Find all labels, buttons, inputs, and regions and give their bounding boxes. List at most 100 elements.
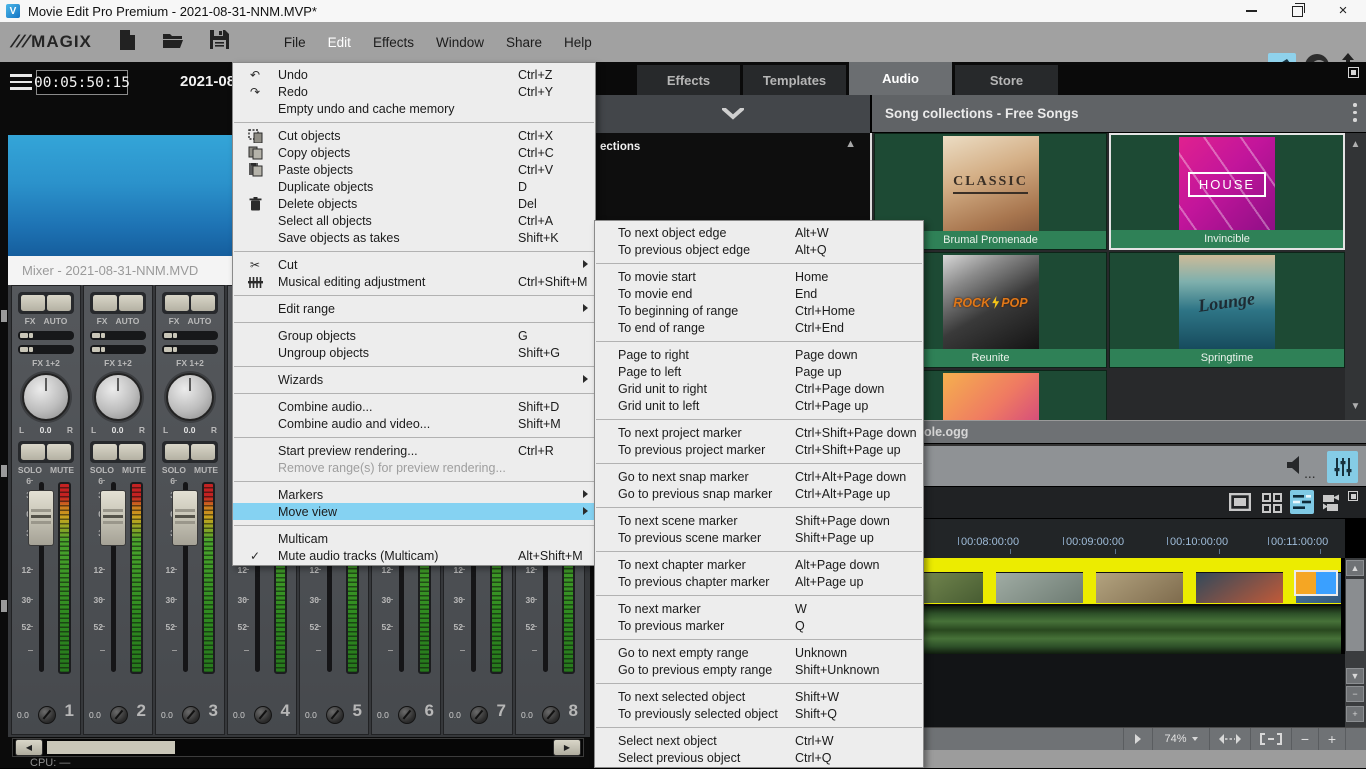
edit-menu-item-duplicate-objects[interactable]: Duplicate objectsD [233,178,595,195]
minimize-button[interactable] [1228,0,1274,22]
move-view-item-to-next-object-edge[interactable]: To next object edgeAlt+W [595,224,923,241]
move-view-item-to-next-chapter-marker[interactable]: To next chapter markerAlt+Page down [595,556,923,573]
mixer-scroll-right-button[interactable]: ▶ [553,739,581,756]
volume-fader[interactable] [172,490,198,546]
menubar-item-window[interactable]: Window [425,29,495,56]
zoom-in-button[interactable]: + [1318,728,1345,750]
fx-send-slider[interactable] [18,331,74,340]
solo-button[interactable] [21,444,45,460]
fx-send-slider[interactable] [162,331,218,340]
close-button[interactable]: × [1320,0,1366,22]
fx-button[interactable] [21,295,45,311]
menubar-item-file[interactable]: File [273,29,317,56]
fx-send-slider[interactable] [18,345,74,354]
edit-menu-item-edit-range[interactable]: Edit range [233,300,595,317]
edit-menu-item-select-all-objects[interactable]: Select all objectsCtrl+A [233,212,595,229]
panel-corner-icon[interactable] [1348,491,1358,501]
move-view-item-to-previously-selected-object[interactable]: To previously selected objectShift+Q [595,705,923,722]
move-view-item-to-end-of-range[interactable]: To end of rangeCtrl+End [595,319,923,336]
multicam-icon[interactable] [1322,493,1344,518]
edit-menu-item-musical-editing-adjustment[interactable]: Musical editing adjustmentCtrl+Shift+M [233,273,595,290]
edit-menu-item-multicam[interactable]: Multicam [233,530,595,547]
storyboard-view-icon[interactable] [1229,493,1251,516]
scene-overview-icon[interactable] [1262,493,1282,518]
edit-menu-item-markers[interactable]: Markers [233,486,595,503]
video-clip-thumbnail[interactable] [1096,572,1183,603]
more-options-icon[interactable] [1353,103,1356,126]
scroll-up-icon[interactable]: ▲ [845,138,856,150]
menubar-item-share[interactable]: Share [495,29,553,56]
move-view-item-to-previous-marker[interactable]: To previous markerQ [595,617,923,634]
edit-menu-item-remove-range-s-for-preview-rendering[interactable]: Remove range(s) for preview rendering... [233,459,595,476]
mixer-scroll-left-button[interactable]: ◀ [15,739,43,756]
tab-store[interactable]: Store [955,65,1058,95]
selected-transition-clip[interactable] [1294,570,1338,596]
tab-effects[interactable]: Effects [637,65,740,95]
volume-fader[interactable] [100,490,126,546]
vertical-scrollbar-thumb[interactable] [1346,579,1364,651]
edit-menu-item-ungroup-objects[interactable]: Ungroup objectsShift+G [233,344,595,361]
timeline-vertical-scrollbar[interactable]: ▲ ▼ − + [1345,558,1366,727]
move-view-item-select-next-object[interactable]: Select next objectCtrl+W [595,732,923,749]
move-view-item-go-to-next-snap-marker[interactable]: Go to next snap markerCtrl+Alt+Page down [595,468,923,485]
timeline-view-icon[interactable] [1290,490,1314,514]
solo-button[interactable] [93,444,117,460]
hamburger-menu-icon[interactable] [10,74,32,94]
track-zoom-out-button[interactable]: − [1346,686,1364,702]
edit-menu-item-combine-audio-and-video[interactable]: Combine audio and video...Shift+M [233,415,595,432]
move-view-item-page-to-left[interactable]: Page to leftPage up [595,363,923,380]
move-view-item-to-next-scene-marker[interactable]: To next scene markerShift+Page down [595,512,923,529]
hscroll-right-button[interactable] [1123,728,1152,750]
mixer-horizontal-scrollbar[interactable]: ◀ ▶ [12,738,584,757]
song-card-invincible[interactable]: HOUSEInvincible [1109,133,1345,250]
move-view-item-to-previous-chapter-marker[interactable]: To previous chapter markerAlt+Page up [595,573,923,590]
open-project-icon[interactable] [162,31,184,54]
edit-menu-item-redo[interactable]: ↷RedoCtrl+Y [233,83,595,100]
edit-menu-item-copy-objects[interactable]: Copy objectsCtrl+C [233,144,595,161]
move-view-item-to-next-project-marker[interactable]: To next project markerCtrl+Shift+Page do… [595,424,923,441]
category-list-item[interactable]: ections [600,141,640,153]
speaker-menu-dots[interactable]: ... [1305,470,1316,481]
timecode-display[interactable]: 00:05:50:15 [36,70,128,95]
restore-button[interactable] [1274,0,1320,22]
tab-audio[interactable]: Audio [849,62,952,95]
song-card-springtime[interactable]: LoungeSpringtime [1109,252,1345,368]
auto-button[interactable] [191,295,215,311]
move-view-item-to-next-marker[interactable]: To next markerW [595,600,923,617]
mute-button[interactable] [47,444,71,460]
edit-menu-item-undo[interactable]: ↶UndoCtrl+Z [233,66,595,83]
scroll-up-button[interactable]: ▲ [1346,560,1364,576]
auto-button[interactable] [47,295,71,311]
edit-menu-item-wizards[interactable]: Wizards [233,371,595,388]
auto-button[interactable] [119,295,143,311]
show-whole-movie-button[interactable] [1250,728,1291,750]
zoom-fit-range-button[interactable] [1209,728,1250,750]
scroll-up-icon[interactable]: ▲ [1345,139,1366,150]
move-view-item-to-movie-end[interactable]: To movie endEnd [595,285,923,302]
mute-button[interactable] [119,444,143,460]
collections-scrollbar[interactable]: ▲ ▼ [1345,133,1366,420]
fx-button[interactable] [165,295,189,311]
edit-menu-item-save-objects-as-takes[interactable]: Save objects as takesShift+K [233,229,595,246]
fx-button[interactable] [93,295,117,311]
new-project-icon[interactable] [118,30,136,55]
menubar-item-help[interactable]: Help [553,29,603,56]
panel-corner-icon[interactable] [1348,67,1359,78]
mixer-scrollbar-thumb[interactable] [47,741,175,754]
move-view-item-to-beginning-of-range[interactable]: To beginning of rangeCtrl+Home [595,302,923,319]
edit-menu-item-start-preview-rendering[interactable]: Start preview rendering...Ctrl+R [233,442,595,459]
menubar-item-edit[interactable]: Edit [317,29,362,56]
fx-send-slider[interactable] [162,345,218,354]
fx-send-slider[interactable] [90,331,146,340]
scroll-down-button[interactable]: ▼ [1346,668,1364,684]
move-view-item-to-previous-project-marker[interactable]: To previous project markerCtrl+Shift+Pag… [595,441,923,458]
move-view-item-to-previous-scene-marker[interactable]: To previous scene markerShift+Page up [595,529,923,546]
track-zoom-in-button[interactable]: + [1346,706,1364,722]
move-view-item-grid-unit-to-left[interactable]: Grid unit to leftCtrl+Page up [595,397,923,414]
scroll-down-icon[interactable]: ▼ [1345,401,1366,412]
fx-send-slider[interactable] [90,345,146,354]
edit-menu-item-group-objects[interactable]: Group objectsG [233,327,595,344]
zoom-level-dropdown[interactable]: 74% [1152,728,1209,750]
move-view-item-go-to-previous-snap-marker[interactable]: Go to previous snap markerCtrl+Alt+Page … [595,485,923,502]
video-clip-thumbnail[interactable] [1196,572,1283,603]
